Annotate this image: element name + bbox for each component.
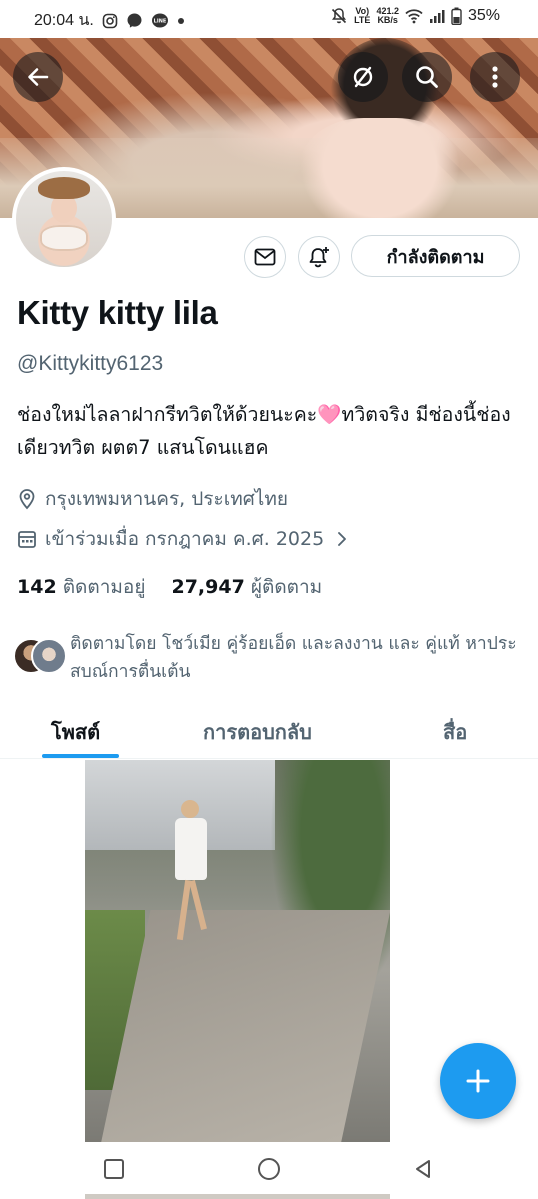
followers-stat[interactable]: 27,947 ผู้ติดตาม [171,572,322,602]
battery-percent: 35% [467,7,500,24]
envelope-icon [254,248,276,266]
wifi-icon [405,8,423,24]
instagram-icon [102,13,118,29]
status-time: 20:04 น. [34,12,94,29]
home-circle-icon [257,1157,281,1181]
chevron-right-icon [336,530,348,548]
location-text: กรุงเทพมหานคร, ประเทศไทย [45,488,288,510]
following-count: 142 [17,576,57,598]
follow-stats: 142 ติดตามอยู่ 27,947 ผู้ติดตาม [17,572,322,602]
calendar-icon [17,529,37,549]
following-button[interactable]: กำลังติดตาม [351,235,520,277]
messenger-icon [126,12,143,29]
hide-media-button[interactable] [338,52,388,102]
more-options-button[interactable] [470,52,520,102]
svg-text:LINE: LINE [154,18,167,24]
dot-icon [177,17,185,25]
tab-posts[interactable]: โพสต์ [51,716,100,748]
message-button[interactable] [244,236,286,278]
joined-text: เข้าร่วมเมื่อ กรกฎาคม ค.ศ. 2025 [45,528,325,550]
back-arrow-icon [25,64,51,90]
followers-label: ผู้ติดตาม [250,576,323,598]
recents-square-icon [103,1158,125,1180]
search-button[interactable] [402,52,452,102]
display-name: Kitty kitty lila [17,294,218,331]
profile-tabs: โพสต์ การตอบกลับ สื่อ [0,700,538,759]
profile-bio: ช่องใหม่ไลลาฝากรีทวิตให้ด้วยนะคะ🩷ทวิตจริ… [17,403,511,459]
following-stat[interactable]: 142 ติดตามอยู่ [17,572,145,602]
post-media-image[interactable] [85,760,390,1142]
tab-media[interactable]: สื่อ [443,716,467,748]
net-speed: 421.2 KB/s [376,7,399,25]
back-triangle-icon [412,1158,434,1180]
system-back-button[interactable] [410,1156,436,1182]
line-icon: LINE [151,12,169,30]
followed-by-text: ติดตามโดย โชว์เมีย คู่ร้อยเอ็ด และลงงาน … [70,634,517,682]
battery-icon [451,7,462,25]
mute-icon [330,7,348,25]
notification-subscribe-button[interactable] [298,236,340,278]
location-row: กรุงเทพมหานคร, ประเทศไทย [17,484,288,514]
compose-post-button[interactable] [440,1043,516,1119]
back-button[interactable] [13,52,63,102]
bell-plus-icon [307,245,331,269]
tab-replies[interactable]: การตอบกลับ [203,716,312,748]
joined-row[interactable]: เข้าร่วมเมื่อ กรกฎาคม ค.ศ. 2025 [17,524,348,554]
user-handle: @Kittykitty6123 [17,352,164,375]
following-label: ติดตามอยู่ [62,576,146,598]
hide-eye-icon [350,64,376,90]
system-nav-bar [0,1142,538,1194]
more-vertical-icon [491,65,499,89]
location-pin-icon [17,488,37,510]
search-icon [414,64,440,90]
plus-icon [464,1067,492,1095]
banner-figure-body [300,118,460,218]
profile-avatar[interactable] [12,167,116,271]
active-tab-indicator [42,754,119,758]
avatar-photo [16,171,112,267]
followers-count: 27,947 [171,576,245,598]
status-bar: 20:04 น. LINE Vo) LTE 421.2 KB/s 35% [0,0,538,38]
home-button[interactable] [256,1156,282,1182]
volte-line2: LTE [354,15,371,25]
net-speed-unit: KB/s [377,15,398,25]
signal-icon [429,9,445,24]
recents-button[interactable] [101,1156,127,1182]
volte-indicator: Vo) LTE [354,7,370,25]
followed-by-avatars [13,638,67,674]
